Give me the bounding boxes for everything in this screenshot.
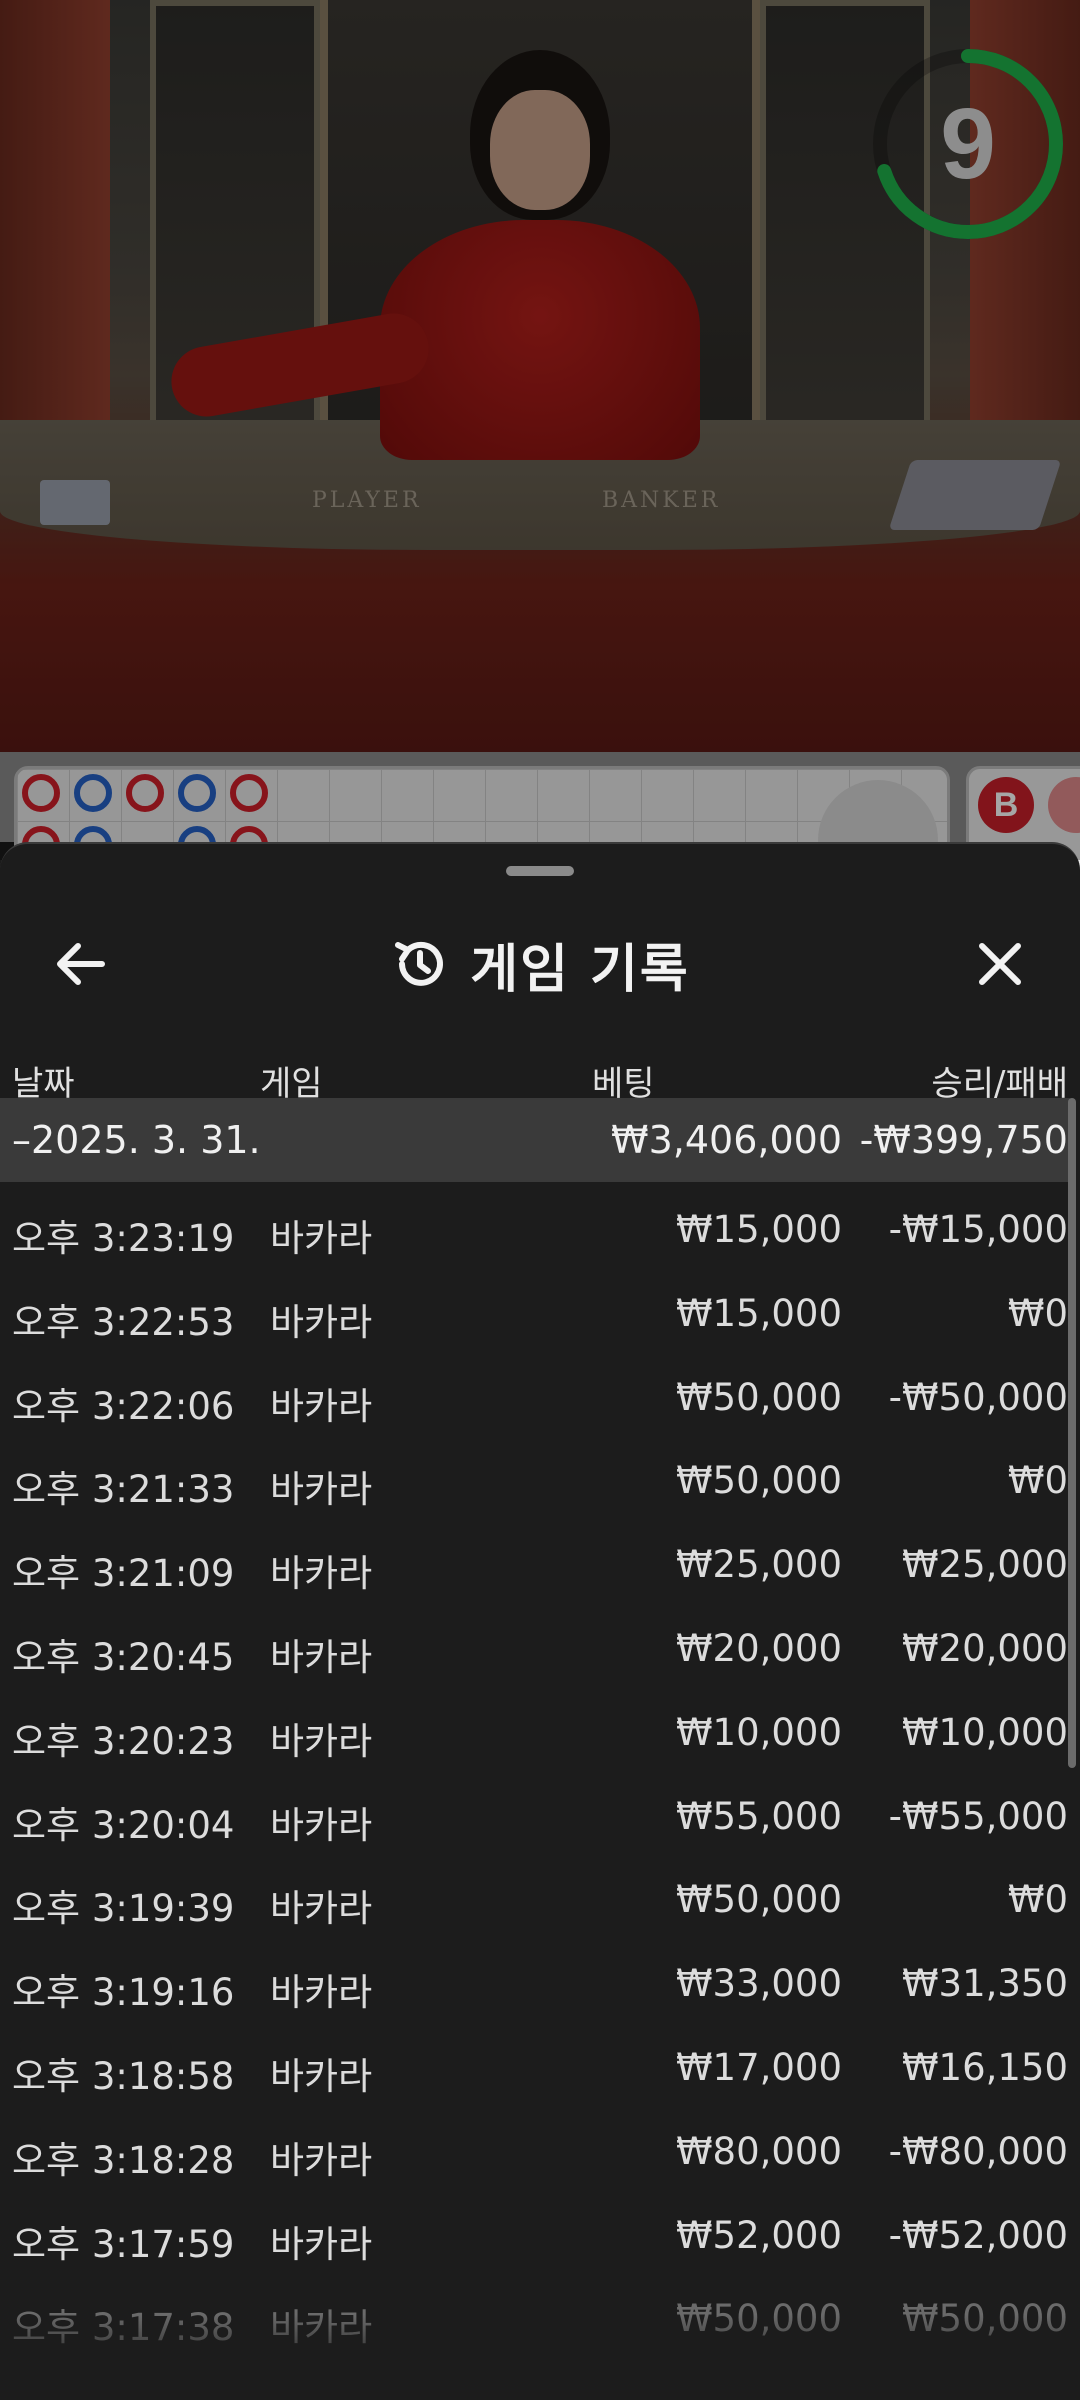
row-win-loss: ₩16,150 [901, 2045, 1068, 2089]
row-time: 오후 3:21:09 [12, 1552, 235, 1596]
history-row[interactable]: 오후 3:21:33 바카라 ₩50,000 ₩0 [0, 1441, 1070, 1525]
daily-summary-row[interactable]: –2025. 3. 31. ₩3,406,000 -₩399,750 [0, 1098, 1070, 1182]
history-row[interactable]: 오후 3:20:04 바카라 ₩55,000 -₩55,000 [0, 1777, 1070, 1861]
history-list: 오후 3:23:19 바카라 ₩15,000 -₩15,000 오후 3:22:53 바카… [0, 1190, 1070, 2363]
row-bet: ₩25,000 [675, 1543, 842, 1587]
history-row[interactable]: 오후 3:19:16 바카라 ₩33,000 ₩31,350 [0, 1944, 1070, 2028]
row-time: 오후 3:18:58 [12, 2054, 235, 2098]
close-icon [979, 943, 1021, 985]
row-win-loss: ₩31,350 [901, 1962, 1068, 2006]
row-bet: ₩50,000 [675, 1375, 842, 1419]
row-bet: ₩15,000 [675, 1291, 842, 1335]
summary-bet-total: ₩3,406,000 [611, 1118, 842, 1162]
row-game: 바카라 [270, 2054, 373, 2098]
row-game: 바카라 [270, 1887, 373, 1931]
row-bet: ₩17,000 [675, 2045, 842, 2089]
row-win-loss: -₩52,000 [888, 2213, 1068, 2257]
row-win-loss: -₩80,000 [888, 2129, 1068, 2173]
backdrop-dim[interactable] [0, 0, 1080, 860]
summary-win-loss-total: -₩399,750 [859, 1118, 1068, 1162]
screen: PLAYER BANKER 9 B 게임 기록 날짜 게임 베팅 승리/패배 –… [0, 0, 1080, 2400]
history-row[interactable]: 오후 3:19:39 바카라 ₩50,000 ₩0 [0, 1860, 1070, 1944]
sheet-drag-handle[interactable] [506, 866, 574, 876]
row-game: 바카라 [270, 2222, 373, 2266]
row-game: 바카라 [270, 1217, 373, 1260]
row-bet: ₩52,000 [675, 2213, 842, 2257]
row-game: 바카라 [270, 1971, 373, 2015]
history-row[interactable]: 오후 3:20:23 바카라 ₩10,000 ₩10,000 [0, 1693, 1070, 1777]
row-win-loss: ₩20,000 [901, 1626, 1068, 1670]
row-time: 오후 3:20:45 [12, 1635, 235, 1679]
history-scrollbar[interactable] [1068, 1098, 1076, 1768]
row-win-loss: ₩10,000 [901, 1710, 1068, 1754]
history-row[interactable]: 오후 3:21:09 바카라 ₩25,000 ₩25,000 [0, 1525, 1070, 1609]
row-game: 바카라 [270, 1635, 373, 1679]
list-bottom-fade [0, 2314, 1080, 2400]
row-win-loss: -₩15,000 [888, 1208, 1068, 1251]
arrow-left-icon [57, 943, 105, 985]
history-row[interactable]: 오후 3:23:19 바카라 ₩15,000 -₩15,000 [0, 1190, 1070, 1274]
row-bet: ₩10,000 [675, 1710, 842, 1754]
sheet-header: 게임 기록 [0, 904, 1080, 1014]
history-row[interactable]: 오후 3:22:06 바카라 ₩50,000 -₩50,000 [0, 1358, 1070, 1442]
back-button[interactable] [40, 924, 120, 1004]
row-time: 오후 3:23:19 [12, 1217, 235, 1260]
row-game: 바카라 [270, 1300, 373, 1344]
row-bet: ₩15,000 [675, 1208, 842, 1251]
row-time: 오후 3:21:33 [12, 1468, 235, 1512]
sheet-title: 게임 기록 [470, 939, 690, 1000]
game-history-sheet: 게임 기록 날짜 게임 베팅 승리/패배 –2025. 3. 31. ₩3,40… [0, 842, 1080, 2400]
row-game: 바카라 [270, 1468, 373, 1512]
row-game: 바카라 [270, 1803, 373, 1847]
row-win-loss: -₩55,000 [888, 1794, 1068, 1838]
row-time: 오후 3:19:39 [12, 1887, 235, 1931]
row-bet: ₩50,000 [675, 1878, 842, 1922]
row-win-loss: ₩25,000 [901, 1543, 1068, 1587]
history-row[interactable]: 오후 3:22:53 바카라 ₩15,000 ₩0 [0, 1274, 1070, 1358]
row-win-loss: ₩0 [1007, 1459, 1068, 1503]
row-bet: ₩50,000 [675, 1459, 842, 1503]
history-row[interactable]: 오후 3:20:45 바카라 ₩20,000 ₩20,000 [0, 1609, 1070, 1693]
row-win-loss: ₩0 [1007, 1291, 1068, 1335]
row-game: 바카라 [270, 1552, 373, 1596]
row-bet: ₩55,000 [675, 1794, 842, 1838]
row-game: 바카라 [270, 1384, 373, 1428]
history-row[interactable]: 오후 3:17:59 바카라 ₩52,000 -₩52,000 [0, 2196, 1070, 2280]
row-bet: ₩20,000 [675, 1626, 842, 1670]
row-time: 오후 3:19:16 [12, 1971, 235, 2015]
row-time: 오후 3:18:28 [12, 2138, 235, 2182]
history-icon [395, 941, 444, 986]
row-bet: ₩33,000 [675, 1962, 842, 2006]
sheet-title-group: 게임 기록 [0, 904, 1080, 1024]
close-button[interactable] [960, 924, 1040, 1004]
row-time: 오후 3:22:53 [12, 1300, 235, 1344]
history-row[interactable]: 오후 3:18:28 바카라 ₩80,000 -₩80,000 [0, 2112, 1070, 2196]
row-time: 오후 3:22:06 [12, 1384, 235, 1428]
row-time: 오후 3:20:23 [12, 1719, 235, 1763]
row-time: 오후 3:17:59 [12, 2222, 235, 2266]
row-bet: ₩80,000 [675, 2129, 842, 2173]
row-game: 바카라 [270, 2138, 373, 2182]
row-game: 바카라 [270, 1719, 373, 1763]
history-row[interactable]: 오후 3:18:58 바카라 ₩17,000 ₩16,150 [0, 2028, 1070, 2112]
summary-date: –2025. 3. 31. [12, 1118, 261, 1162]
row-win-loss: -₩50,000 [888, 1375, 1068, 1419]
row-time: 오후 3:20:04 [12, 1803, 235, 1847]
row-win-loss: ₩0 [1007, 1878, 1068, 1922]
